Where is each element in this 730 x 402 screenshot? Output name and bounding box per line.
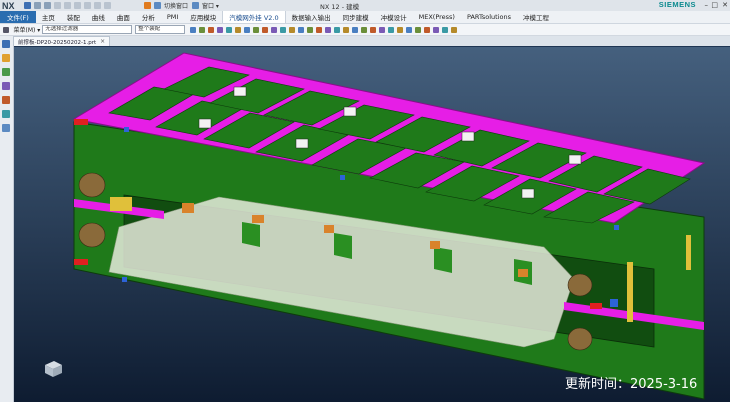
part-navigator-icon[interactable] [2,40,10,48]
roles-icon[interactable] [2,110,10,118]
pan-icon[interactable] [432,26,439,33]
fit-icon[interactable] [405,26,412,33]
mid-icon[interactable] [288,26,295,33]
window-icon[interactable] [192,2,200,9]
vertex-icon[interactable] [252,26,259,33]
die-model-render [72,52,706,400]
wcs-icon[interactable] [450,26,457,33]
menu-partsolutions[interactable]: PARTsolutions [461,11,517,23]
menu-die-engineering[interactable]: 冲模工程 [517,11,555,23]
close-tab-icon[interactable]: × [100,38,105,45]
nx-logo: NX [2,0,15,11]
window-title: NX 12 - 建模 [320,3,360,11]
menu-icon[interactable] [3,26,9,33]
window-menu-button[interactable]: 窗口 ▾ [202,1,219,10]
assembly-navigator-icon[interactable] [2,54,10,62]
view-icon[interactable] [396,26,403,33]
cut-icon[interactable] [54,2,61,9]
undo-icon[interactable] [34,2,41,9]
hide-icon[interactable] [360,26,367,33]
measure-icon[interactable] [333,26,340,33]
menu-pmi[interactable]: PMI [161,11,184,23]
curve-icon[interactable] [216,26,223,33]
extra-icon[interactable] [104,2,111,9]
redo-icon[interactable] [44,2,51,9]
minimize-button[interactable]: – [705,1,709,9]
menu-curve[interactable]: 曲线 [86,11,111,23]
save-icon[interactable] [24,2,31,9]
menu-home[interactable]: 主页 [36,11,61,23]
plane-icon[interactable] [261,26,268,33]
axis-icon[interactable] [270,26,277,33]
document-tab-label: 前撑板-DP20-20250202-1.prt [18,39,97,46]
red-corner-front-left [74,119,88,125]
resource-bar [0,36,14,402]
history-icon[interactable] [2,96,10,104]
selection-filter-dropdown[interactable]: 无选择过滤器 [42,25,133,34]
menu-assembly[interactable]: 装配 [61,11,86,23]
render-icon[interactable] [351,26,358,33]
menu-die-design[interactable]: 冲模设计 [375,11,413,23]
touch-mode-icon[interactable] [94,2,101,9]
constraint-navigator-icon[interactable] [2,68,10,76]
section-icon[interactable] [441,26,448,33]
menu-surface[interactable]: 曲面 [111,11,136,23]
selection-scope-dropdown[interactable]: 整个装配 [135,25,186,34]
document-tab-bar: 前撑板-DP20-20250202-1.prt × [13,36,730,46]
reuse-library-icon[interactable] [2,82,10,90]
tangent-icon[interactable] [297,26,304,33]
orange-tool-icon[interactable] [144,2,151,9]
switch-window-icon[interactable] [154,2,161,9]
menu-sync-modeling[interactable]: 同步建模 [337,11,375,23]
red-corner-bottom-right [590,303,602,309]
snap-icon[interactable] [198,26,205,33]
close-button[interactable]: ✕ [722,1,728,9]
selection-toolbar: 菜单(M) ▾ 无选择过滤器 整个装配 [0,24,730,36]
title-bar: NX 切换窗口 窗口 ▾ NX 12 - 建模 SIEMENS – □ ✕ [0,0,730,11]
menu-die-plugin[interactable]: 汽模网外挂 V2.0 [222,11,286,23]
copy-icon[interactable] [64,2,71,9]
siemens-brand: SIEMENS [658,0,696,9]
csys-icon[interactable] [279,26,286,33]
menu-applications[interactable]: 应用模块 [184,11,222,23]
file-menu[interactable]: 文件(F) [0,11,36,23]
switch-window-button[interactable]: 切换窗口 [164,1,188,10]
zoom-icon[interactable] [414,26,421,33]
update-time-stamp: 更新时间：2025-3-16 [565,377,698,392]
quadrant-icon[interactable] [306,26,313,33]
document-tab[interactable]: 前撑板-DP20-20250202-1.prt × [13,36,111,46]
intersection-icon[interactable] [315,26,322,33]
maximize-button[interactable]: □ [711,1,718,9]
graphics-viewport[interactable] [14,47,730,402]
face-icon[interactable] [225,26,232,33]
show-icon[interactable] [369,26,376,33]
layer-icon[interactable] [378,26,385,33]
paste-icon[interactable] [74,2,81,9]
view-triad-icon[interactable] [42,357,64,379]
color-icon[interactable] [342,26,349,33]
grid-icon[interactable] [387,26,394,33]
main-menu-button[interactable]: 菜单(M) ▾ [14,25,41,34]
body-icon[interactable] [234,26,241,33]
web-browser-icon[interactable] [2,124,10,132]
rotate-icon[interactable] [423,26,430,33]
center-icon[interactable] [324,26,331,33]
repeat-icon[interactable] [84,2,91,9]
menu-mex-press[interactable]: MEX(Press) [413,11,461,23]
ribbon-menu-bar: 文件(F) 主页 装配 曲线 曲面 分析 PMI 应用模块 汽模网外挂 V2.0… [0,11,730,24]
point-icon[interactable] [207,26,214,33]
menu-analysis[interactable]: 分析 [136,11,161,23]
select-icon[interactable] [189,26,196,33]
edge-icon[interactable] [243,26,250,33]
red-corner-bottom-left [74,259,88,265]
menu-data-io[interactable]: 数据输入输出 [286,11,337,23]
